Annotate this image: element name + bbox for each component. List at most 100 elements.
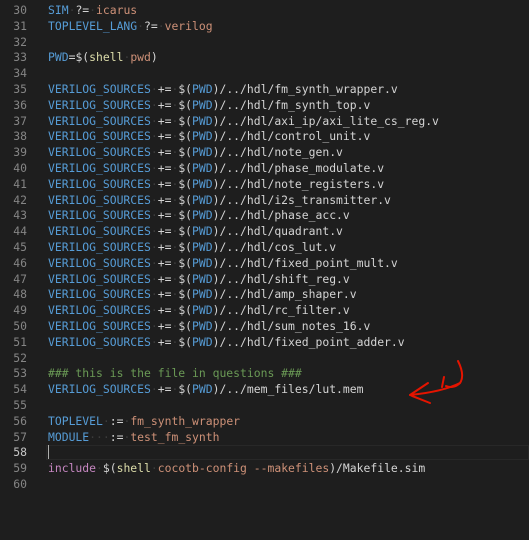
code-token: VERILOG_SOURCES bbox=[48, 334, 151, 349]
code-line[interactable]: 42 VERILOG_SOURCES·+=·$(PWD)/../hdl/i2s_t… bbox=[0, 192, 529, 208]
code-line[interactable]: 44 VERILOG_SOURCES·+=·$(PWD)/../hdl/quadr… bbox=[0, 223, 529, 239]
line-number: 46 bbox=[13, 255, 27, 270]
code-token: )/../hdl/fixed_point_adder.v bbox=[212, 334, 405, 349]
code-token: $( bbox=[178, 287, 193, 302]
code-token: VERILOG_SOURCES bbox=[48, 224, 151, 239]
line-number: 57 bbox=[13, 429, 27, 444]
code-line[interactable]: 39 VERILOG_SOURCES·+=·$(PWD)/../hdl/note_… bbox=[0, 144, 529, 160]
code-line[interactable]: 33 PWD=$(shell·pwd) bbox=[0, 49, 529, 65]
code-line[interactable]: 58 bbox=[0, 444, 529, 461]
code-token: SIM bbox=[48, 3, 69, 17]
code-line[interactable]: 46 VERILOG_SOURCES·+=·$(PWD)/../hdl/fixed… bbox=[0, 255, 529, 271]
line-number: 60 bbox=[13, 477, 27, 491]
code-token: VERILOG_SOURCES bbox=[48, 271, 151, 286]
code-token: VERILOG_SOURCES bbox=[48, 319, 151, 333]
code-line[interactable]: 32 bbox=[0, 34, 529, 50]
line-number: 37 bbox=[13, 113, 27, 128]
code-line[interactable]: 37 VERILOG_SOURCES·+=·$(PWD)/../hdl/axi_i… bbox=[0, 113, 529, 129]
code-text: VERILOG_SOURCES·+=·$(PWD)/../hdl/shift_r… bbox=[48, 271, 350, 287]
code-token: TOPLEVEL bbox=[48, 413, 103, 428]
code-line[interactable]: 56 TOPLEVEL·:=·fm_synth_wrapper bbox=[0, 413, 529, 429]
code-line[interactable]: 49 VERILOG_SOURCES·+=·$(PWD)/../hdl/rc_fi… bbox=[0, 302, 529, 318]
code-token: )/../hdl/fixed_point_mult.v bbox=[212, 255, 398, 270]
code-token: += bbox=[157, 271, 172, 286]
code-text: VERILOG_SOURCES·+=·$(PWD)/../hdl/note_ge… bbox=[48, 144, 343, 160]
code-token: · bbox=[150, 461, 158, 476]
code-line[interactable]: 41 VERILOG_SOURCES·+=·$(PWD)/../hdl/note_… bbox=[0, 176, 529, 192]
code-token: $( bbox=[178, 240, 193, 254]
code-line[interactable]: 50 VERILOG_SOURCES·+=·$(PWD)/../hdl/sum_n… bbox=[0, 318, 529, 334]
code-token: += bbox=[157, 382, 172, 397]
code-text: VERILOG_SOURCES·+=·$(PWD)/../hdl/fixed_p… bbox=[48, 334, 405, 350]
code-token: PWD bbox=[192, 161, 213, 175]
code-text: VERILOG_SOURCES·+=·$(PWD)/../hdl/fixed_p… bbox=[48, 255, 398, 271]
code-line[interactable]: 36 VERILOG_SOURCES·+=·$(PWD)/../hdl/fm_sy… bbox=[0, 97, 529, 113]
code-line[interactable]: 51 VERILOG_SOURCES·+=·$(PWD)/../hdl/fixed… bbox=[0, 334, 529, 350]
code-token: $( bbox=[178, 224, 193, 239]
code-text: VERILOG_SOURCES·+=·$(PWD)/../hdl/sum_not… bbox=[48, 318, 370, 334]
code-token: += bbox=[157, 192, 172, 207]
code-token: $( bbox=[178, 271, 193, 286]
code-token: · bbox=[150, 97, 158, 112]
code-token: icarus bbox=[96, 3, 138, 17]
code-token: VERILOG_SOURCES bbox=[48, 303, 151, 318]
code-token: )/../hdl/shift_reg.v bbox=[212, 271, 350, 286]
code-token: VERILOG_SOURCES bbox=[48, 161, 151, 175]
code-token: )/../hdl/phase_acc.v bbox=[212, 208, 350, 223]
code-token: )/../hdl/fm_synth_top.v bbox=[212, 97, 371, 112]
code-token: )/../hdl/rc_filter.v bbox=[212, 303, 350, 318]
code-line[interactable]: 31 TOPLEVEL_LANG·?=·verilog bbox=[0, 18, 529, 34]
code-line[interactable]: 47 VERILOG_SOURCES·+=·$(PWD)/../hdl/shift… bbox=[0, 271, 529, 287]
code-token: PWD bbox=[192, 82, 213, 96]
line-number: 54 bbox=[13, 382, 27, 397]
code-token: )/../hdl/sum_notes_16.v bbox=[212, 319, 371, 333]
code-token: += bbox=[157, 82, 172, 96]
code-token: )/../hdl/amp_shaper.v bbox=[212, 287, 357, 302]
code-line[interactable]: 35 VERILOG_SOURCES·+=·$(PWD)/../hdl/fm_sy… bbox=[0, 81, 529, 97]
code-line[interactable]: 38 VERILOG_SOURCES·+=·$(PWD)/../hdl/contr… bbox=[0, 128, 529, 144]
code-line[interactable]: 40 VERILOG_SOURCES·+=·$(PWD)/../hdl/phase… bbox=[0, 160, 529, 176]
code-token: PWD bbox=[192, 145, 213, 160]
code-line[interactable]: 60 bbox=[0, 476, 529, 492]
code-token: fm_synth_wrapper bbox=[130, 413, 241, 428]
code-token: )/../mem_files/lut.mem bbox=[212, 382, 364, 397]
code-token: · bbox=[150, 161, 158, 175]
code-token: PWD bbox=[192, 382, 213, 397]
code-token: VERILOG_SOURCES bbox=[48, 113, 151, 128]
code-token: VERILOG_SOURCES bbox=[48, 208, 151, 223]
code-editor[interactable]: 30 SIM·?=·icarus 31 TOPLEVEL_LANG·?=·verilo… bbox=[0, 0, 529, 540]
code-token: VERILOG_SOURCES bbox=[48, 287, 151, 302]
code-token: PWD bbox=[192, 224, 213, 239]
code-token: · bbox=[150, 287, 158, 302]
line-number: 56 bbox=[13, 413, 27, 428]
code-token: include bbox=[48, 461, 97, 476]
line-number: 38 bbox=[13, 129, 27, 144]
code-text: VERILOG_SOURCES·+=·$(PWD)/../hdl/phase_m… bbox=[48, 160, 384, 176]
code-token: += bbox=[157, 97, 172, 112]
line-number: 55 bbox=[13, 398, 27, 412]
code-line[interactable]: 30 SIM·?=·icarus bbox=[0, 2, 529, 18]
code-line[interactable]: 34 bbox=[0, 65, 529, 81]
code-token: += bbox=[157, 129, 172, 144]
code-line[interactable]: 57 MODULE···:=·test_fm_synth bbox=[0, 429, 529, 445]
line-number: 47 bbox=[13, 271, 27, 286]
code-line[interactable]: 48 VERILOG_SOURCES·+=·$(PWD)/../hdl/amp_s… bbox=[0, 286, 529, 302]
code-token: += bbox=[157, 113, 172, 128]
code-token: $( bbox=[178, 161, 193, 175]
code-line[interactable]: 59 include·$(shell·cocotb-config --makefi… bbox=[0, 460, 529, 476]
code-text: VERILOG_SOURCES·+=·$(PWD)/../hdl/control… bbox=[48, 128, 370, 144]
code-token: := bbox=[109, 429, 124, 444]
code-token: $( bbox=[102, 461, 117, 476]
code-line[interactable]: 43 VERILOG_SOURCES·+=·$(PWD)/../hdl/phase… bbox=[0, 207, 529, 223]
line-number: 52 bbox=[13, 350, 27, 365]
code-token: )/../hdl/fm_synth_wrapper.v bbox=[212, 82, 398, 96]
code-token: verilog bbox=[164, 18, 213, 33]
code-token: PWD bbox=[192, 192, 213, 207]
code-line[interactable]: 45 VERILOG_SOURCES·+=·$(PWD)/../hdl/cos_l… bbox=[0, 239, 529, 255]
code-text: VERILOG_SOURCES·+=·$(PWD)/../mem_files/l… bbox=[48, 381, 363, 397]
code-token: += bbox=[157, 208, 172, 223]
code-token: $( bbox=[178, 382, 193, 397]
line-number: 51 bbox=[13, 334, 27, 349]
line-number: 36 bbox=[13, 97, 27, 112]
code-token: VERILOG_SOURCES bbox=[48, 129, 151, 144]
